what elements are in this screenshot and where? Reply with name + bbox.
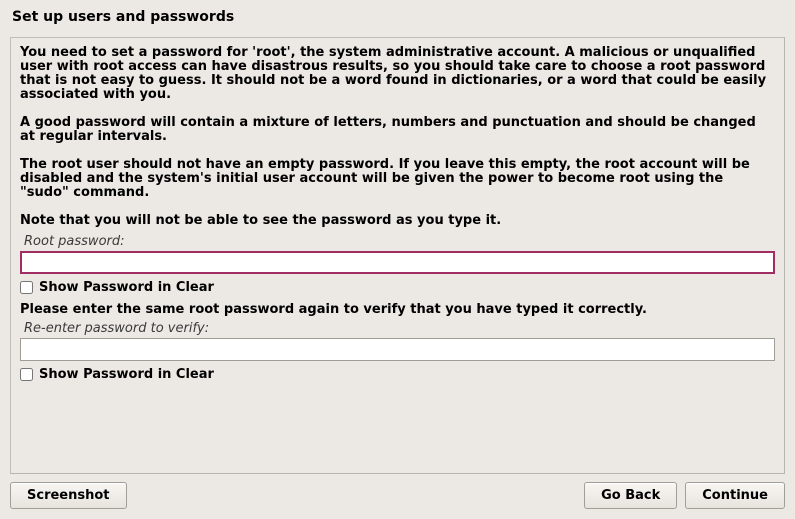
show-password-row-2: Show Password in Clear [20,367,775,382]
show-password-label-2[interactable]: Show Password in Clear [39,367,214,382]
verify-instruction: Please enter the same root password agai… [20,303,775,317]
continue-button[interactable]: Continue [685,482,785,509]
go-back-button[interactable]: Go Back [584,482,677,509]
content-panel: You need to set a password for 'root', t… [10,37,785,474]
page-title: Set up users and passwords [0,0,795,31]
verify-password-label: Re-enter password to verify: [20,321,775,338]
button-bar: Screenshot Go Back Continue [0,474,795,519]
root-password-label: Root password: [20,234,775,251]
installer-window: Set up users and passwords You need to s… [0,0,795,519]
show-password-label-1[interactable]: Show Password in Clear [39,280,214,295]
verify-password-input[interactable] [20,338,775,361]
screenshot-button[interactable]: Screenshot [10,482,127,509]
intro-paragraph-3: The root user should not have an empty p… [20,158,775,200]
intro-paragraph-1: You need to set a password for 'root', t… [20,46,775,102]
intro-paragraph-2: A good password will contain a mixture o… [20,116,775,144]
password-visibility-note: Note that you will not be able to see th… [20,214,775,228]
nav-button-group: Go Back Continue [584,482,785,509]
show-password-checkbox-1[interactable] [20,281,33,294]
show-password-row-1: Show Password in Clear [20,280,775,295]
show-password-checkbox-2[interactable] [20,368,33,381]
root-password-input[interactable] [20,251,775,274]
